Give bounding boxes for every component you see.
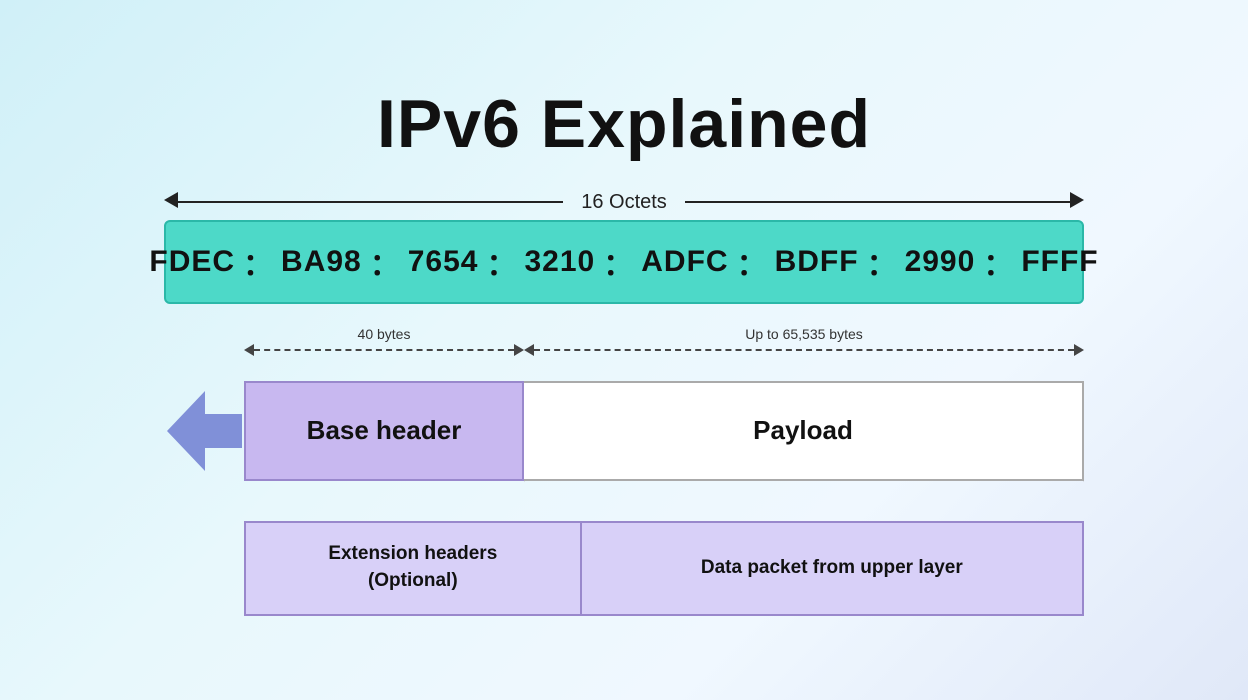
payload-label: Payload <box>753 415 853 446</box>
base-header-box: Base header <box>244 381 524 481</box>
arrow-left-65535 <box>524 344 534 356</box>
ipv6-seg-2: 7654 <box>400 245 487 279</box>
packet-row: Base header Payload <box>164 381 1084 481</box>
data-packet-label: Data packet from upper layer <box>701 557 963 579</box>
arrow-right-40 <box>514 344 524 356</box>
annotation-40: 40 bytes <box>244 326 524 356</box>
ipv6-seg-4: ADFC <box>633 245 736 279</box>
annotation-section: 40 bytes Up to 65,535 bytes <box>164 326 1084 381</box>
ipv6-seg-3: 3210 <box>517 245 604 279</box>
extension-headers-label: Extension headers(Optional) <box>328 541 497 594</box>
arrow-left-40 <box>244 344 254 356</box>
octets-arrow: 16 Octets <box>164 191 1084 214</box>
ipv6-seg-7: FFFF <box>1013 245 1106 279</box>
main-container: IPv6 Explained 16 Octets FDEC ： BA98 ： 7… <box>74 85 1174 616</box>
dashed-arrow-65535 <box>524 344 1084 356</box>
page-title: IPv6 Explained <box>377 85 871 163</box>
extension-headers-box: Extension headers(Optional) <box>244 521 580 616</box>
arrow-right-65535 <box>1074 344 1084 356</box>
ipv6-address-bar: FDEC ： BA98 ： 7654 ： 3210 ： ADFC ： BDFF … <box>164 220 1084 304</box>
octets-label: 16 Octets <box>563 191 685 214</box>
ipv6-seg-5: BDFF <box>767 245 867 279</box>
octets-arrow-right <box>1071 192 1084 213</box>
payload-box: Payload <box>524 381 1084 481</box>
dashed-line-40 <box>254 349 514 351</box>
left-arrow-container <box>164 381 244 481</box>
octets-line-left <box>177 201 563 203</box>
ipv6-seg-0: FDEC <box>141 245 243 279</box>
octets-line-right <box>685 201 1071 203</box>
dashed-line-65535 <box>534 349 1074 351</box>
annotation-65535-label: Up to 65,535 bytes <box>745 326 863 342</box>
trapezoid-svg <box>524 481 1084 521</box>
left-arrow-icon <box>167 386 242 476</box>
data-packet-box: Data packet from upper layer <box>580 521 1084 616</box>
annotation-65535: Up to 65,535 bytes <box>524 326 1084 356</box>
base-header-label: Base header <box>307 415 462 446</box>
expansion-row: Extension headers(Optional) Data packet … <box>164 521 1084 616</box>
octets-row: 16 Octets <box>164 191 1084 214</box>
ipv6-seg-6: 2990 <box>897 245 984 279</box>
octets-arrow-left <box>164 192 177 213</box>
spacer <box>164 521 244 616</box>
trapezoid-connector <box>164 481 1084 521</box>
ipv6-seg-1: BA98 <box>273 245 370 279</box>
dashed-arrow-40 <box>244 344 524 356</box>
annotation-40-label: 40 bytes <box>358 326 411 342</box>
